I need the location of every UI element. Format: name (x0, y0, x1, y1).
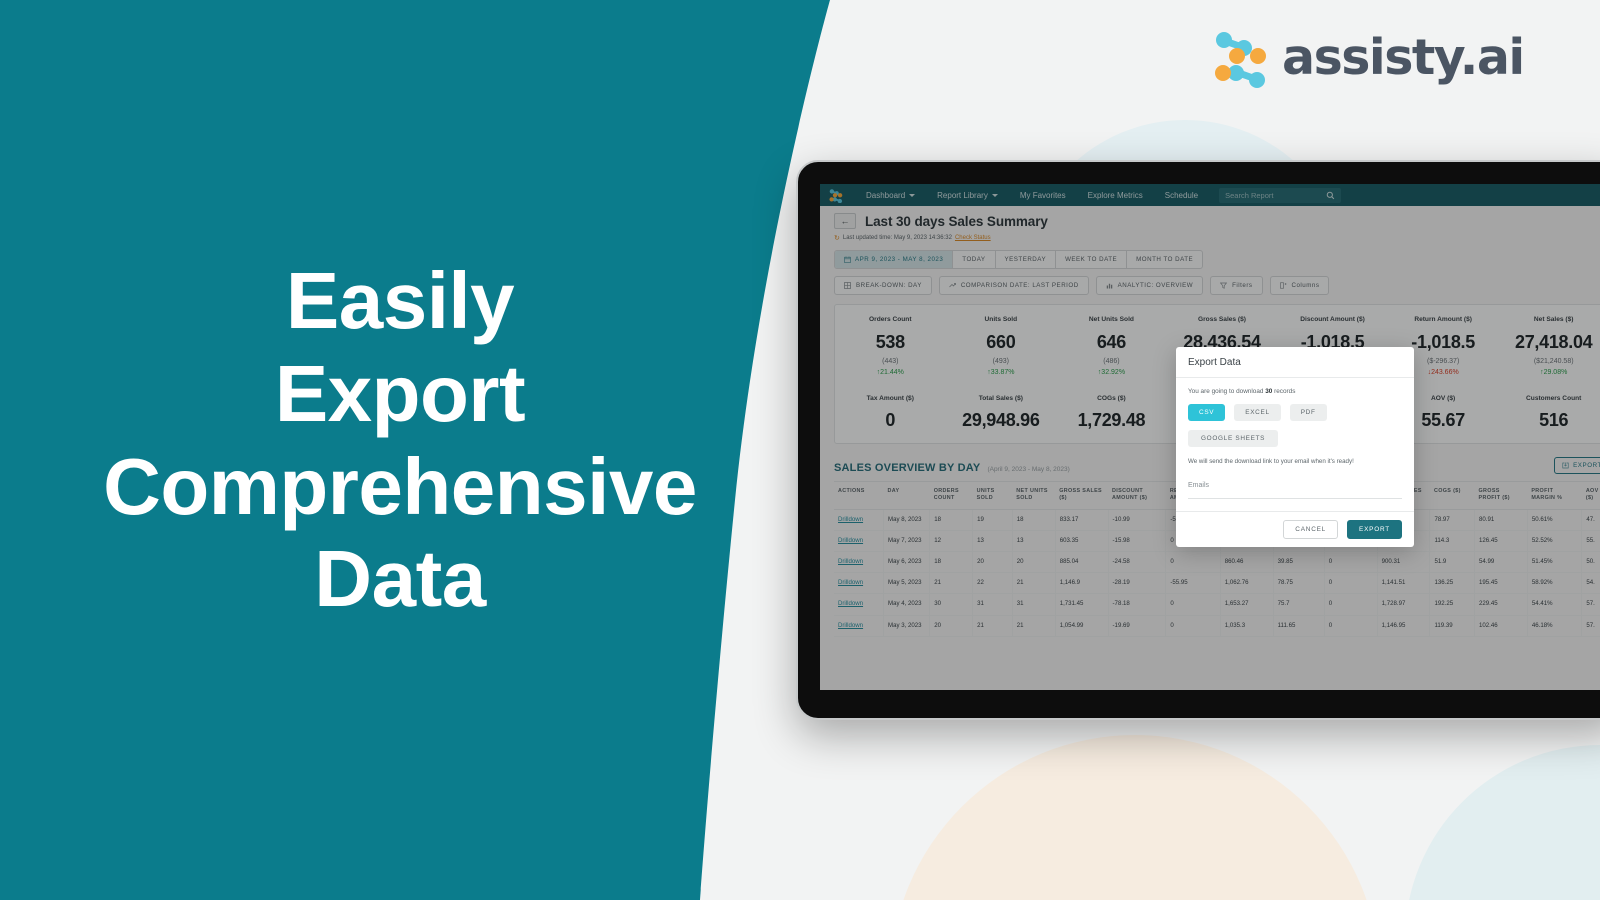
records-note-prefix: You are going to download (1188, 388, 1266, 395)
format-option-google-sheets[interactable]: GOOGLE SHEETS (1188, 430, 1279, 447)
slide-canvas: Easily Export Comprehensive Data assisty… (0, 0, 1600, 900)
decorative-circle-beige (890, 735, 1380, 900)
format-option-excel[interactable]: EXCEL (1234, 404, 1281, 421)
dialog-body: You are going to download 30 records CSV… (1176, 378, 1414, 511)
email-note: We will send the download link to your e… (1188, 458, 1354, 465)
decorative-circle-lightblue-bottom (1405, 745, 1600, 900)
dialog-footer: CANCEL EXPORT (1176, 511, 1414, 547)
emails-input[interactable]: Emails (1188, 474, 1402, 499)
dialog-title: Export Data (1176, 347, 1414, 378)
records-note: You are going to download 30 records (1188, 388, 1402, 395)
export-confirm-button[interactable]: EXPORT (1347, 520, 1402, 539)
headline-line-1: Easily (285, 256, 515, 345)
headline-line-4: Data (314, 534, 486, 624)
laptop-mockup: Dashboard Report Library My Favorites Ex… (796, 160, 1600, 720)
format-options-row-2: GOOGLE SHEETS (1188, 430, 1402, 447)
export-data-dialog: Export Data You are going to download 30… (1176, 347, 1414, 547)
format-option-csv[interactable]: CSV (1188, 404, 1226, 421)
format-option-pdf[interactable]: PDF (1289, 404, 1327, 421)
records-note-suffix: records (1272, 388, 1296, 395)
brand-logo: assisty.ai (1208, 26, 1525, 88)
page-title: Easily Export Comprehensive Data (40, 255, 760, 626)
headline-line-3: Comprehensive (103, 441, 697, 531)
cancel-button[interactable]: CANCEL (1283, 520, 1339, 539)
assisty-logo-mark-icon (1215, 32, 1266, 88)
headline-line-2: Export (274, 348, 526, 438)
emails-placeholder: Emails (1188, 482, 1210, 489)
format-options-row-1: CSV EXCEL PDF (1188, 404, 1402, 421)
app-screen: Dashboard Report Library My Favorites Ex… (820, 184, 1600, 690)
brand-name: assisty.ai (1282, 28, 1525, 86)
